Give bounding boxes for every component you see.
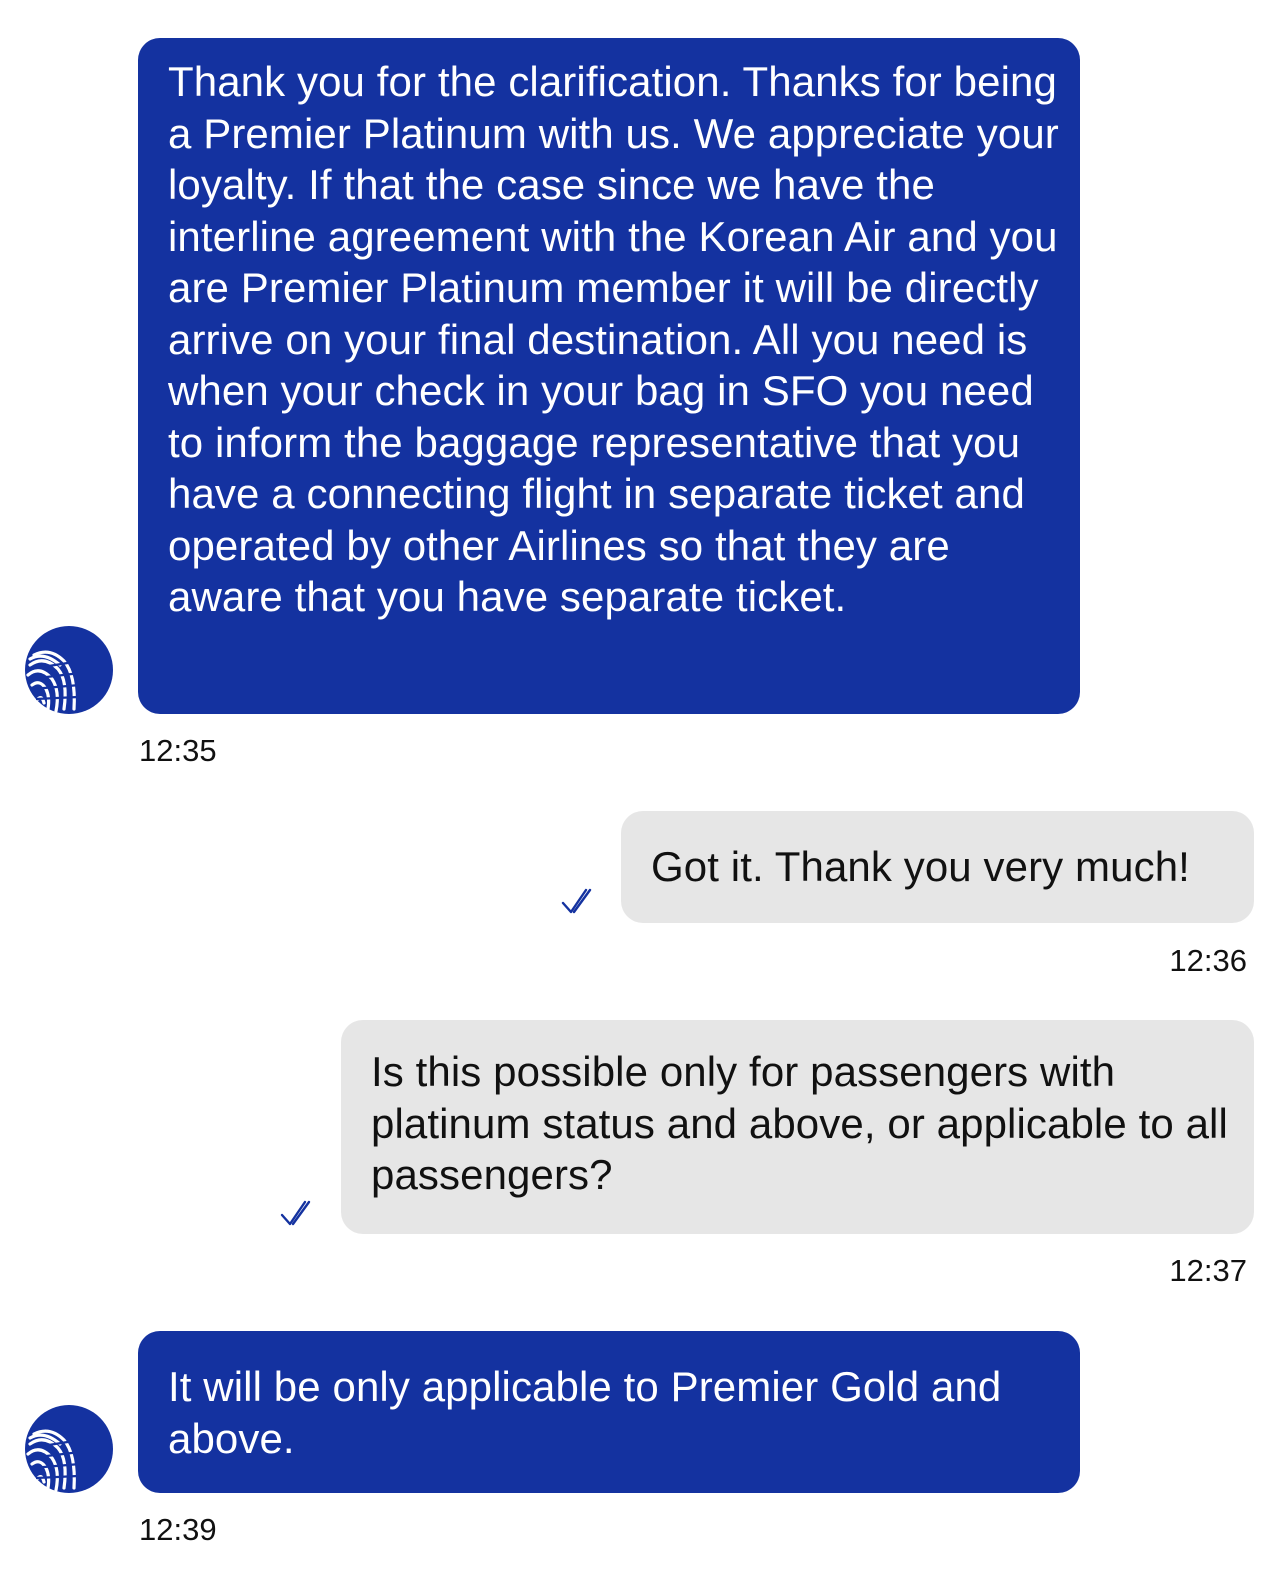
- double-check-icon: [561, 888, 592, 914]
- user-message-bubble: Is this possible only for passengers wit…: [341, 1020, 1254, 1234]
- message-text: Got it. Thank you very much!: [651, 843, 1190, 890]
- agent-message-bubble: Thank you for the clarification. Thanks …: [138, 38, 1080, 714]
- message-text: It will be only applicable to Premier Go…: [168, 1363, 1014, 1462]
- united-globe-logo-icon: [25, 1405, 113, 1493]
- message-timestamp: 12:39: [139, 1512, 217, 1547]
- message-text: Thank you for the clarification. Thanks …: [168, 58, 1071, 620]
- user-message-bubble: Got it. Thank you very much!: [621, 811, 1254, 923]
- message-text: Is this possible only for passengers wit…: [371, 1048, 1240, 1198]
- agent-message-bubble: It will be only applicable to Premier Go…: [138, 1331, 1080, 1493]
- united-globe-logo-icon: [25, 626, 113, 714]
- message-timestamp: 12:35: [139, 733, 217, 768]
- double-check-icon: [280, 1200, 311, 1226]
- message-timestamp: 12:37: [1169, 1253, 1247, 1288]
- message-timestamp: 12:36: [1169, 943, 1247, 978]
